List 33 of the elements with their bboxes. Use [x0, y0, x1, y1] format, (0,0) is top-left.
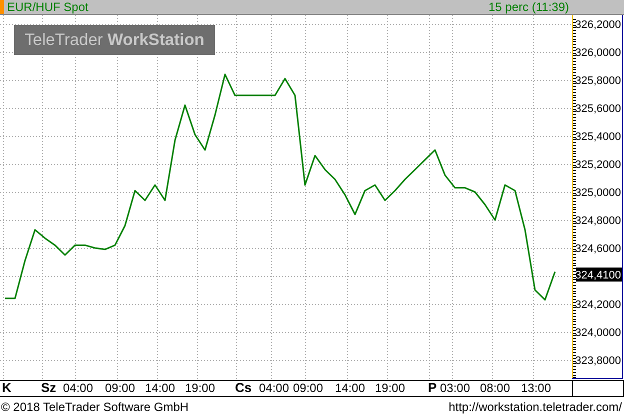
x-tick-label: 09:00 [293, 381, 324, 395]
x-tick-label: 13:00 [521, 381, 552, 395]
y-tick-label: 324,6000 [575, 242, 621, 255]
y-tick-label: 325,0000 [575, 186, 621, 199]
x-tick-label: 03:00 [440, 381, 470, 395]
day-label: P [428, 380, 437, 395]
y-tick-label: 325,2000 [575, 158, 621, 171]
x-tick-label: 14:00 [335, 381, 366, 395]
y-tick-label: 325,6000 [575, 102, 621, 115]
copyright-text: © 2018 TeleTrader Software GmbH [1, 400, 189, 414]
y-tick-label: 326,0000 [575, 46, 621, 59]
last-price-label: 324,4100 [575, 268, 622, 282]
day-label: Sz [41, 380, 56, 395]
x-tick-label: 19:00 [185, 381, 216, 395]
interval-label: 15 perc (11:39) [488, 0, 569, 14]
day-label: Cs [235, 380, 252, 395]
instrument-title: EUR/HUF Spot [7, 0, 90, 14]
y-tick-label: 324,2000 [575, 298, 621, 311]
y-tick-label: 324,8000 [575, 214, 621, 227]
day-label: K [2, 380, 12, 395]
website-link[interactable]: http://workstation.teletrader.com/ [448, 400, 622, 414]
y-tick-label: 324,0000 [575, 326, 621, 339]
x-tick-label: 19:00 [375, 381, 406, 395]
y-tick-label: 326,2000 [575, 18, 621, 31]
y-tick-label: 323,8000 [575, 354, 621, 367]
x-tick-label: 04:00 [63, 381, 94, 395]
y-tick-label: 325,4000 [575, 130, 621, 143]
x-tick-label: 14:00 [145, 381, 176, 395]
y-tick-label: 325,8000 [575, 74, 621, 87]
app-logo: TeleTrader WorkStation [14, 25, 215, 55]
x-tick-label: 08:00 [480, 381, 510, 395]
x-tick-label: 09:00 [105, 381, 136, 395]
x-tick-label: 04:00 [259, 381, 290, 395]
